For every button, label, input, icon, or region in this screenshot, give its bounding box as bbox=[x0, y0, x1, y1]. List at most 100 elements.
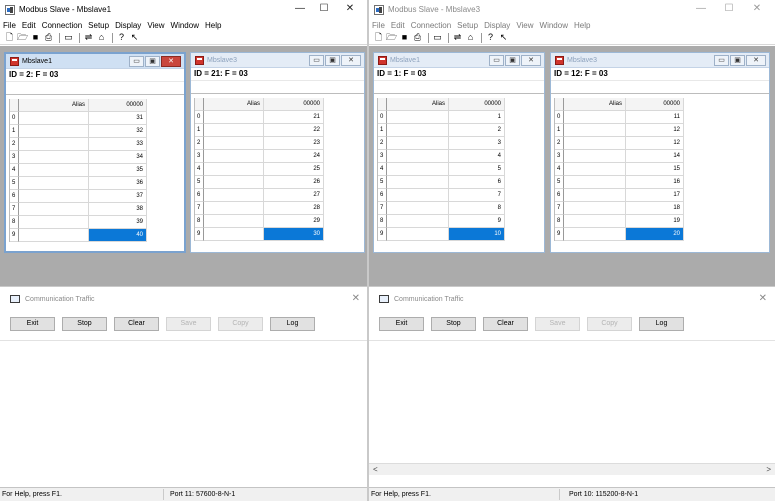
register-value[interactable]: 24 bbox=[264, 150, 324, 163]
alias-cell[interactable] bbox=[204, 176, 264, 189]
open-icon[interactable]: 🗁 bbox=[17, 32, 28, 43]
child-window-mbslave1[interactable]: Mbslave1 ▭ ▣ ✕ ID = 2: F = 03 Alias 0000… bbox=[4, 52, 186, 253]
log-button[interactable]: Log bbox=[639, 317, 684, 331]
register-value[interactable]: 9 bbox=[449, 215, 505, 228]
table-row[interactable]: 0 31 bbox=[10, 112, 147, 125]
maximize-button[interactable]: ☐ bbox=[312, 2, 336, 16]
child-title-bar[interactable]: Mbslave3 ▭ ▣ ✕ bbox=[551, 53, 769, 68]
alias-cell[interactable] bbox=[204, 150, 264, 163]
alias-column-header[interactable]: Alias bbox=[387, 98, 449, 111]
menu-connection[interactable]: Connection bbox=[411, 21, 451, 30]
minimize-button[interactable]: — bbox=[288, 2, 312, 16]
register-value[interactable]: 39 bbox=[89, 216, 147, 229]
alias-column-header[interactable]: Alias bbox=[19, 99, 89, 112]
traffic-log-area[interactable]: < > bbox=[369, 340, 775, 475]
child-window-mbslave3[interactable]: Mbslave3 ▭ ▣ ✕ ID = 21: F = 03 Alias 000… bbox=[190, 52, 365, 253]
alias-cell[interactable] bbox=[387, 124, 449, 137]
alias-cell[interactable] bbox=[387, 111, 449, 124]
save-button[interactable]: Save bbox=[166, 317, 211, 331]
table-row-selected[interactable]: 9 10 bbox=[378, 228, 505, 241]
context-help-icon[interactable]: ↖ bbox=[129, 32, 140, 43]
table-row[interactable]: 6 37 bbox=[10, 190, 147, 203]
exit-button[interactable]: Exit bbox=[10, 317, 55, 331]
register-value[interactable]: 33 bbox=[89, 138, 147, 151]
menu-view[interactable]: View bbox=[516, 21, 533, 30]
alias-cell[interactable] bbox=[204, 163, 264, 176]
alias-column-header[interactable]: Alias bbox=[204, 98, 264, 111]
minimize-button[interactable]: — bbox=[689, 2, 713, 16]
alias-cell[interactable] bbox=[19, 177, 89, 190]
alias-cell[interactable] bbox=[387, 150, 449, 163]
alias-cell[interactable] bbox=[204, 189, 264, 202]
alias-cell[interactable] bbox=[564, 150, 626, 163]
alias-cell[interactable] bbox=[564, 124, 626, 137]
connect-icon[interactable]: ⇌ bbox=[452, 32, 463, 43]
register-value[interactable]: 11 bbox=[626, 111, 684, 124]
register-value[interactable]: 22 bbox=[264, 124, 324, 137]
register-value[interactable]: 35 bbox=[89, 164, 147, 177]
title-bar[interactable]: Modbus Slave - Mbslave3 — ☐ ✕ bbox=[369, 0, 775, 19]
table-row[interactable]: 7 28 bbox=[195, 202, 324, 215]
table-row[interactable]: 4 35 bbox=[10, 164, 147, 177]
alias-cell[interactable] bbox=[387, 176, 449, 189]
maximize-button[interactable]: ☐ bbox=[717, 2, 741, 16]
register-value[interactable]: 25 bbox=[264, 163, 324, 176]
alias-cell[interactable] bbox=[204, 228, 264, 241]
menu-setup[interactable]: Setup bbox=[457, 21, 478, 30]
alias-cell[interactable] bbox=[564, 111, 626, 124]
register-value[interactable]: 12 bbox=[626, 124, 684, 137]
horizontal-scrollbar[interactable]: < > bbox=[369, 463, 775, 475]
traffic-log-area[interactable] bbox=[0, 340, 368, 475]
copy-button[interactable]: Copy bbox=[587, 317, 632, 331]
save-icon[interactable]: ■ bbox=[30, 32, 41, 43]
close-button[interactable]: ✕ bbox=[745, 2, 769, 16]
menu-file[interactable]: File bbox=[3, 21, 16, 30]
log-button[interactable]: Log bbox=[270, 317, 315, 331]
table-row[interactable]: 0 21 bbox=[195, 111, 324, 124]
alias-cell[interactable] bbox=[387, 189, 449, 202]
register-value[interactable]: 21 bbox=[264, 111, 324, 124]
value-column-header[interactable]: 00000 bbox=[626, 98, 684, 111]
menu-edit[interactable]: Edit bbox=[391, 21, 405, 30]
alias-cell[interactable] bbox=[387, 137, 449, 150]
register-value[interactable]: 15 bbox=[626, 163, 684, 176]
register-value[interactable]: 38 bbox=[89, 203, 147, 216]
table-row[interactable]: 23 bbox=[378, 137, 505, 150]
child-close-button[interactable]: ✕ bbox=[521, 55, 541, 66]
menu-setup[interactable]: Setup bbox=[88, 21, 109, 30]
title-bar[interactable]: Modbus Slave - Mbslave1 — ☐ ✕ bbox=[0, 0, 368, 19]
alias-cell[interactable] bbox=[564, 189, 626, 202]
comm-close-icon[interactable]: ✕ bbox=[759, 293, 767, 304]
register-grid[interactable]: Alias 00000 0 11 1 12 2 12 3 14 4 15 5 16 6 17 … bbox=[554, 98, 684, 241]
disconnect-icon[interactable]: ⌂ bbox=[465, 32, 476, 43]
table-row[interactable]: 34 bbox=[378, 150, 505, 163]
alias-cell[interactable] bbox=[564, 163, 626, 176]
child-window-mbslave3[interactable]: Mbslave3 ▭ ▣ ✕ ID = 12: F = 03 Alias 000… bbox=[550, 52, 770, 253]
register-value[interactable]: 6 bbox=[449, 176, 505, 189]
table-row[interactable]: 4 25 bbox=[195, 163, 324, 176]
table-row[interactable]: 2 23 bbox=[195, 137, 324, 150]
table-row[interactable]: 8 39 bbox=[10, 216, 147, 229]
register-value[interactable]: 27 bbox=[264, 189, 324, 202]
save-button[interactable]: Save bbox=[535, 317, 580, 331]
alias-cell[interactable] bbox=[564, 228, 626, 241]
table-row[interactable]: 67 bbox=[378, 189, 505, 202]
alias-cell[interactable] bbox=[387, 163, 449, 176]
new-icon[interactable]: 🗋 bbox=[373, 32, 384, 43]
menu-view[interactable]: View bbox=[147, 21, 164, 30]
alias-cell[interactable] bbox=[564, 176, 626, 189]
child-close-button[interactable]: ✕ bbox=[161, 56, 181, 67]
table-row[interactable]: 4 15 bbox=[555, 163, 684, 176]
register-value[interactable]: 36 bbox=[89, 177, 147, 190]
table-row[interactable]: 3 14 bbox=[555, 150, 684, 163]
menu-window[interactable]: Window bbox=[171, 21, 199, 30]
value-column-header[interactable]: 00000 bbox=[264, 98, 324, 111]
register-value-selected[interactable]: 20 bbox=[626, 228, 684, 241]
table-row-selected[interactable]: 9 30 bbox=[195, 228, 324, 241]
register-value[interactable]: 28 bbox=[264, 202, 324, 215]
register-value-selected[interactable]: 30 bbox=[264, 228, 324, 241]
disconnect-icon[interactable]: ⌂ bbox=[96, 32, 107, 43]
alias-cell[interactable] bbox=[564, 215, 626, 228]
exit-button[interactable]: Exit bbox=[379, 317, 424, 331]
save-icon[interactable]: ■ bbox=[399, 32, 410, 43]
